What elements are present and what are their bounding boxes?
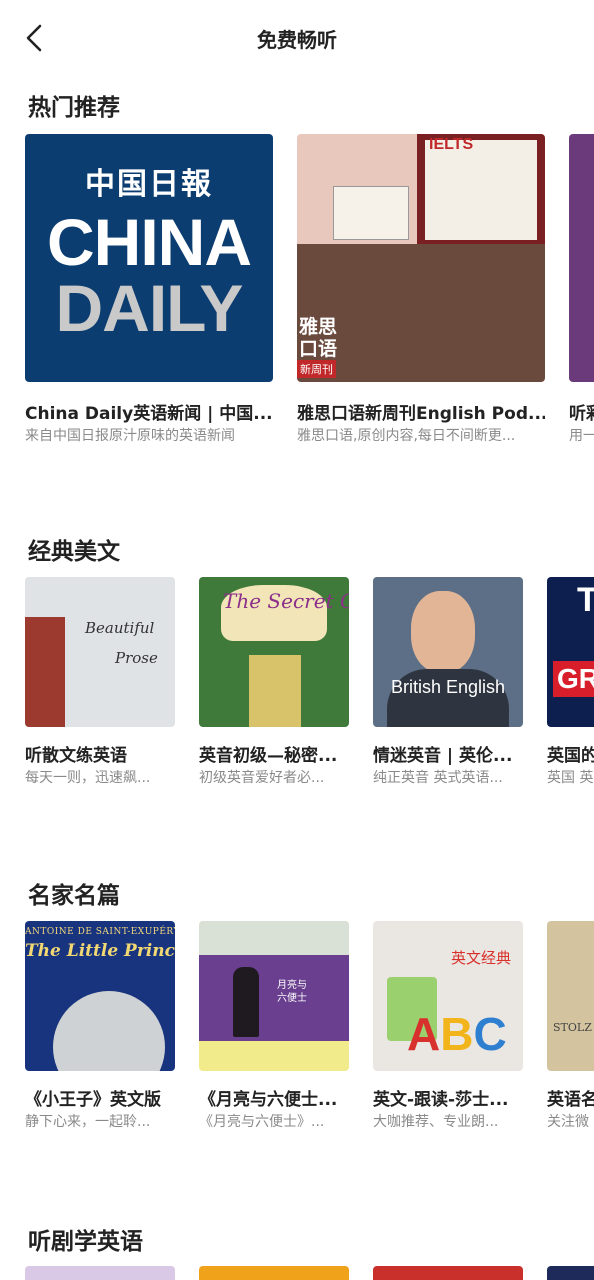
card-subtitle: 大咖推荐、专业朗...: [373, 1114, 499, 1130]
card-title: 情迷英音 | 英伦...: [373, 746, 513, 766]
cover-image: The Secret Garden: [199, 577, 349, 727]
card-title: 听彩: [569, 404, 594, 424]
cover-text: IELTS: [429, 136, 474, 153]
cover-text: ABC: [407, 1008, 507, 1060]
cover-text: DAILY: [55, 271, 244, 345]
cover-text: 新周刊: [297, 360, 336, 378]
page-title: 免费畅听: [257, 28, 337, 52]
card-subtitle: 雅思口语,原创内容,每日不间断更...: [297, 428, 516, 444]
card-subtitle: 关注微: [547, 1114, 589, 1130]
cover-image: STOLZ: [547, 921, 594, 1071]
cover-image: British English: [373, 577, 523, 727]
card-little-prince[interactable]: ANTOINE DE SAINT-EXUPÉRY The Little Prin…: [25, 921, 175, 1141]
cover-text: 英文经典: [451, 949, 512, 967]
cover-image: T GR: [547, 577, 594, 727]
cover-text: T: [577, 581, 594, 619]
card-subtitle: 英国 英: [547, 770, 594, 786]
card-subtitle: 每天一则，迅速飙...: [25, 770, 151, 786]
cover-text: GR: [557, 663, 594, 694]
card-title: China Daily英语新闻 | 中国...: [25, 404, 273, 424]
cover-text: Beautiful: [85, 619, 155, 637]
card-cover-partial[interactable]: [199, 1266, 349, 1280]
cover-text: The Secret Garden: [223, 589, 349, 613]
section-hot-recommend: 热门推荐 中国日報 CHINA DAILY China Daily英语新闻 | …: [0, 88, 594, 458]
card-subtitle: 来自中国日报原汁原味的英语新闻: [25, 428, 235, 444]
card-subtitle: 《月亮与六便士》...: [199, 1114, 325, 1130]
cover-image: Beautiful Prose: [25, 577, 175, 727]
cover-text: 月亮与 六便士: [277, 980, 307, 1004]
section-title: 经典美文: [28, 539, 120, 565]
cover-text: The Little Prince: [25, 941, 175, 961]
cover-text: 雅思 口语: [299, 316, 338, 360]
card-title: 听散文练英语: [25, 746, 127, 766]
card-title: 英语名: [547, 1090, 594, 1110]
card-title: 《小王子》英文版: [25, 1090, 161, 1110]
section-title: 听剧学英语: [28, 1229, 143, 1255]
card-partial[interactable]: T GR 英国的 英国 英: [547, 577, 594, 797]
section-title: 名家名篇: [28, 883, 120, 909]
card-ielts[interactable]: IELTS 雅思 口语 新周刊 雅思口语新周刊English Pod... 雅思口…: [297, 134, 545, 454]
cover-image: [569, 134, 594, 382]
section-famous-works: 名家名篇 ANTOINE DE SAINT-EXUPÉRY The Little…: [0, 876, 594, 1146]
card-subtitle: 纯正英音 英式英语...: [373, 770, 503, 786]
card-partial[interactable]: 听彩 用一: [569, 134, 594, 454]
card-subtitle: 初级英音爱好者必...: [199, 770, 325, 786]
card-cover-partial[interactable]: [25, 1266, 175, 1280]
cover-image: ANTOINE DE SAINT-EXUPÉRY The Little Prin…: [25, 921, 175, 1071]
card-title: 雅思口语新周刊English Pod...: [297, 404, 545, 424]
card-moon-sixpence[interactable]: 月亮与 六便士 《月亮与六便士... 《月亮与六便士》...: [199, 921, 349, 1141]
cover-text: Prose: [115, 649, 158, 667]
cover-image: 英文经典 ABC: [373, 921, 523, 1071]
card-partial[interactable]: STOLZ 英语名 关注微: [547, 921, 594, 1141]
card-secret-garden[interactable]: The Secret Garden 英音初级—秘密... 初级英音爱好者必...: [199, 577, 349, 797]
cover-text: British English: [390, 677, 506, 697]
cover-image: 月亮与 六便士: [199, 921, 349, 1071]
card-title: 英文-跟读-莎士...: [373, 1090, 509, 1110]
card-china-daily[interactable]: 中国日報 CHINA DAILY China Daily英语新闻 | 中国...…: [25, 134, 273, 454]
card-subtitle: 静下心来，一起聆...: [25, 1114, 151, 1130]
card-cover-partial[interactable]: [373, 1266, 523, 1280]
card-cover-partial[interactable]: [547, 1266, 594, 1280]
top-bar: 免费畅听: [0, 0, 594, 76]
cover-image: IELTS 雅思 口语 新周刊: [297, 134, 545, 382]
section-drama-english: 听剧学英语: [0, 1222, 594, 1280]
card-british-english[interactable]: British English 情迷英音 | 英伦... 纯正英音 英式英语..…: [373, 577, 523, 797]
card-title: 《月亮与六便士...: [199, 1090, 338, 1110]
card-shakespeare[interactable]: 英文经典 ABC 英文-跟读-莎士... 大咖推荐、专业朗...: [373, 921, 523, 1141]
cover-text: 中国日報: [85, 167, 213, 202]
cover-image: 中国日報 CHINA DAILY: [25, 134, 273, 382]
card-prose[interactable]: Beautiful Prose 听散文练英语 每天一则，迅速飙...: [25, 577, 175, 797]
section-classic-prose: 经典美文 Beautiful Prose 听散文练英语 每天一则，迅速飙... …: [0, 532, 594, 802]
cover-text: ANTOINE DE SAINT-EXUPÉRY: [25, 927, 175, 937]
card-title: 英音初级—秘密...: [199, 746, 338, 766]
cover-text: CHINA: [47, 205, 252, 279]
cover-text: STOLZ: [553, 1021, 592, 1034]
card-subtitle: 用一: [569, 428, 594, 444]
section-title: 热门推荐: [28, 95, 120, 121]
card-title: 英国的: [547, 746, 594, 766]
